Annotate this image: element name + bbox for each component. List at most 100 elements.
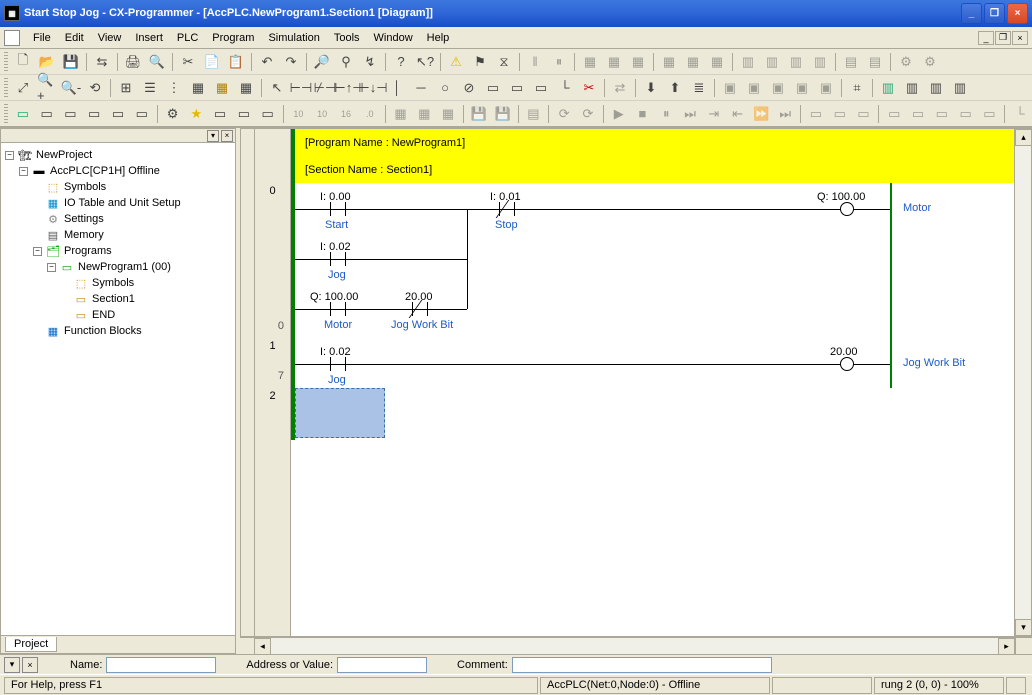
goto-icon[interactable]: ↯	[359, 51, 381, 73]
sim1-icon[interactable]: ⌗	[846, 77, 868, 99]
compare2-icon[interactable]: ≣	[688, 77, 710, 99]
minimize-button[interactable]: _	[961, 3, 982, 24]
contact-stop[interactable]	[499, 202, 515, 216]
contact-no-icon[interactable]: ⊢⊣	[290, 77, 312, 99]
table-icon[interactable]: ▦	[187, 77, 209, 99]
tree-symbols[interactable]: Symbols	[64, 181, 106, 193]
menu-view[interactable]: View	[91, 30, 129, 46]
pane-dropdown-icon[interactable]: ▾	[207, 130, 219, 142]
tree-plc[interactable]: AccPLC[CP1H] Offline	[50, 165, 160, 177]
scroll-left-icon[interactable]: ◂	[254, 638, 271, 654]
v-scrollbar[interactable]	[1015, 146, 1031, 619]
download-icon[interactable]: ⬇	[640, 77, 662, 99]
open-icon[interactable]: 📂	[36, 51, 58, 73]
contact-jog[interactable]	[330, 252, 346, 266]
mdi-minimize[interactable]: _	[978, 31, 994, 45]
help-icon[interactable]: ?	[390, 51, 412, 73]
tool4-icon[interactable]: ▭	[233, 103, 255, 125]
view2-icon[interactable]: ▭	[36, 103, 58, 125]
menu-window[interactable]: Window	[367, 30, 420, 46]
menu-file[interactable]: File	[26, 30, 58, 46]
tool1-icon[interactable]: ⚙	[162, 103, 184, 125]
coil-neg-icon[interactable]: ⊘	[458, 77, 480, 99]
undo-icon[interactable]: ↶	[256, 51, 278, 73]
coil-jogbit[interactable]	[840, 357, 854, 371]
tool3-icon[interactable]: ▭	[209, 103, 231, 125]
tree-p-end[interactable]: END	[92, 309, 115, 321]
zoom-reset-icon[interactable]: ⟲	[84, 77, 106, 99]
monitor-icon[interactable]: ▦	[211, 77, 233, 99]
delete-icon[interactable]: ✂	[578, 77, 600, 99]
replace-icon[interactable]: ⚲	[335, 51, 357, 73]
view5-icon[interactable]: ▭	[107, 103, 129, 125]
pane-close-icon[interactable]: ×	[221, 130, 233, 142]
tree-io[interactable]: IO Table and Unit Setup	[64, 197, 181, 209]
tree-icon[interactable]: ⋮	[163, 77, 185, 99]
win2-icon[interactable]: ▥	[901, 77, 923, 99]
comment-input[interactable]	[512, 657, 772, 673]
func2-icon[interactable]: ▭	[506, 77, 528, 99]
project-tree[interactable]: −🏗NewProject −▬AccPLC[CP1H] Offline ⬚Sym…	[1, 143, 235, 635]
compare-icon[interactable]: ⇆	[91, 51, 113, 73]
tree-fb[interactable]: Function Blocks	[64, 325, 142, 337]
grid-icon[interactable]: ⊞	[115, 77, 137, 99]
tool5-icon[interactable]: ▭	[257, 103, 279, 125]
tree-toggle[interactable]: −	[5, 151, 14, 160]
dock-dropdown[interactable]: ▾	[4, 657, 20, 673]
func3-icon[interactable]: ▭	[530, 77, 552, 99]
zoom-fit-icon[interactable]: ⤢	[12, 77, 34, 99]
error-icon[interactable]: ⚑	[469, 51, 491, 73]
contact-jog2[interactable]	[330, 357, 346, 371]
tool2-icon[interactable]: ★	[185, 103, 207, 125]
address-input[interactable]	[337, 657, 427, 673]
contact-start[interactable]	[330, 202, 346, 216]
view6-icon[interactable]: ▭	[131, 103, 153, 125]
coil-motor[interactable]	[840, 202, 854, 216]
hline-icon[interactable]: ─	[410, 77, 432, 99]
print-icon[interactable]: 🖨	[122, 51, 144, 73]
branch-icon[interactable]: └	[554, 77, 576, 99]
win3-icon[interactable]: ▥	[925, 77, 947, 99]
contact-rise-icon[interactable]: ⊢↑⊣	[338, 77, 360, 99]
view1-icon[interactable]: ▭	[12, 103, 34, 125]
tree-p-section1[interactable]: Section1	[92, 293, 135, 305]
context-help-icon[interactable]: ↖?	[414, 51, 436, 73]
coil-icon[interactable]: ○	[434, 77, 456, 99]
find-icon[interactable]: 🔎	[311, 51, 333, 73]
save-icon[interactable]: 💾	[60, 51, 82, 73]
tree-prog1[interactable]: NewProgram1 (00)	[78, 261, 171, 273]
paste-icon[interactable]: 📋	[225, 51, 247, 73]
rung-0[interactable]: I: 0.00 Start I: 0.01 Stop Q: 100.00 Mot	[291, 183, 1014, 338]
win4-icon[interactable]: ▥	[949, 77, 971, 99]
list-icon[interactable]: ☰	[139, 77, 161, 99]
tree-programs[interactable]: Programs	[64, 245, 112, 257]
win1-icon[interactable]: ▥	[877, 77, 899, 99]
rung-1[interactable]: I: 0.02 Jog 20.00 Jog Work Bit	[291, 338, 1014, 388]
redo-icon[interactable]: ↷	[280, 51, 302, 73]
menu-plc[interactable]: PLC	[170, 30, 205, 46]
view3-icon[interactable]: ▭	[60, 103, 82, 125]
rung-num-1[interactable]: 17	[255, 338, 290, 388]
upload-icon[interactable]: ⬆	[664, 77, 686, 99]
project-tab[interactable]: Project	[5, 637, 57, 652]
menu-help[interactable]: Help	[420, 30, 457, 46]
scroll-right-icon[interactable]: ▸	[998, 638, 1015, 654]
rung-num-2[interactable]: 2	[255, 388, 290, 438]
menu-program[interactable]: Program	[205, 30, 261, 46]
check-icon[interactable]: ⧖	[493, 51, 515, 73]
contact-fall-icon[interactable]: ⊢↓⊣	[362, 77, 384, 99]
xref-icon[interactable]: ▦	[235, 77, 257, 99]
dock-close[interactable]: ×	[22, 657, 38, 673]
ladder-canvas[interactable]: [Program Name : NewProgram1] [Section Na…	[291, 129, 1014, 636]
tree-toggle[interactable]: −	[33, 247, 42, 256]
mdi-restore[interactable]: ❐	[995, 31, 1011, 45]
h-scrollbar[interactable]	[271, 638, 998, 654]
scroll-down-icon[interactable]: ▾	[1015, 619, 1032, 636]
tree-toggle[interactable]: −	[47, 263, 56, 272]
contact-jogbit[interactable]	[412, 302, 428, 316]
contact-motor[interactable]	[330, 302, 346, 316]
maximize-button[interactable]: ❐	[984, 3, 1005, 24]
scroll-up-icon[interactable]: ▴	[1015, 129, 1032, 146]
pointer-icon[interactable]: ↖	[266, 77, 288, 99]
mdi-close[interactable]: ×	[1012, 31, 1028, 45]
